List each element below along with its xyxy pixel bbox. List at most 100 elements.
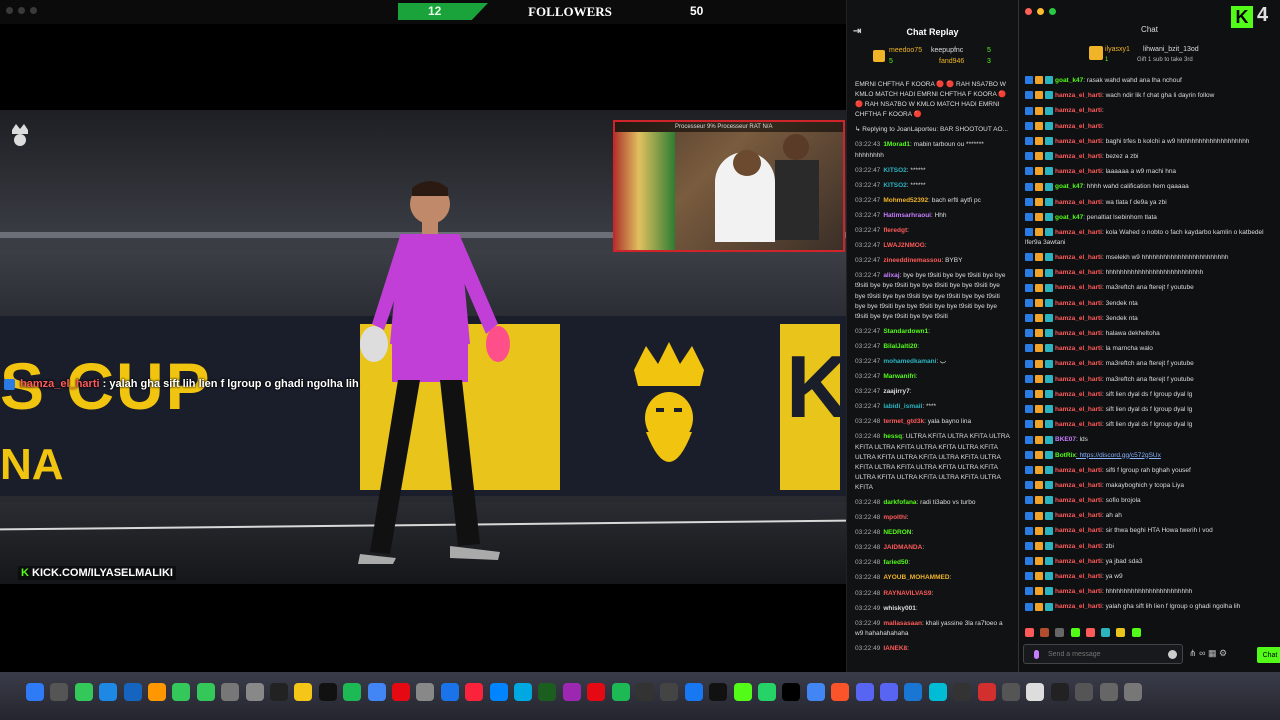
close-window-icon[interactable] [1025, 8, 1032, 15]
emote-icon[interactable] [1025, 628, 1034, 637]
settings-icon[interactable] [245, 683, 264, 701]
message-username[interactable]: Marwanifri [883, 373, 916, 380]
calculator-icon[interactable] [416, 683, 435, 701]
chat-username[interactable]: hamza_el_harti [1055, 512, 1102, 519]
message-username[interactable]: RAYNAVILVAS9 [883, 590, 931, 597]
mail-icon[interactable] [123, 683, 142, 701]
spotify-icon[interactable] [343, 683, 362, 701]
finder-icon[interactable] [26, 683, 44, 701]
spotify2-icon[interactable] [611, 683, 630, 701]
chat-username[interactable]: hamza_el_harti [1055, 391, 1102, 398]
chat-username[interactable]: hamza_el_harti [1055, 406, 1102, 413]
message-username[interactable]: whisky001 [883, 605, 916, 612]
chat-username[interactable]: hamza_el_harti [1055, 497, 1102, 504]
chat-username[interactable]: hamza_el_harti [1055, 330, 1102, 337]
chat-username[interactable]: hamza_el_harti [1055, 558, 1102, 565]
chat-username[interactable]: hamza_el_harti [1055, 153, 1102, 160]
message-username[interactable]: IANEK8 [883, 645, 907, 652]
app-icon[interactable] [1002, 683, 1020, 701]
message-username[interactable]: JAIDMANDA [883, 544, 922, 551]
chat-username[interactable]: hamza_el_harti [1055, 573, 1102, 580]
pinned-gifter-2[interactable]: lihwani_bzit_13od [1143, 46, 1199, 53]
message-username[interactable]: NEDRON [883, 529, 911, 536]
chat-username[interactable]: hamza_el_harti [1055, 123, 1102, 130]
whatsapp-icon[interactable] [758, 683, 776, 701]
trash-icon[interactable] [1124, 683, 1142, 701]
netflix2-icon[interactable] [587, 683, 606, 701]
grid2-icon[interactable] [1075, 683, 1094, 701]
files-icon[interactable] [953, 683, 972, 701]
chat-username[interactable]: hamza_el_harti [1055, 168, 1102, 175]
message-username[interactable]: alixaj [883, 272, 899, 279]
isp-icon[interactable] [904, 683, 923, 701]
chrome2-icon[interactable] [806, 683, 825, 701]
message-username[interactable]: Hatimsarhraoui [883, 212, 931, 219]
message-username[interactable]: faried50 [883, 559, 908, 566]
emote-icon[interactable] [1040, 628, 1050, 637]
share-icon[interactable]: ⋔ [1189, 648, 1197, 658]
appletv-icon[interactable] [318, 683, 337, 701]
chrome-icon[interactable] [367, 683, 386, 701]
settings-icon[interactable]: ⚙ [1219, 648, 1227, 658]
chat-username[interactable]: hamza_el_harti [1055, 345, 1102, 352]
message-username[interactable]: hessq [883, 433, 902, 440]
obs-icon[interactable] [636, 683, 654, 701]
phone-icon[interactable] [196, 683, 215, 701]
chat-username[interactable]: hamza_el_harti [1055, 315, 1102, 322]
close-window-dot-icon[interactable] [6, 7, 13, 14]
chat-username[interactable]: hamza_el_harti [1055, 588, 1102, 595]
emote-icon[interactable] [1070, 628, 1080, 637]
calendar-icon[interactable]: ▦ [1208, 648, 1217, 658]
chat-input-box[interactable] [1023, 644, 1183, 664]
bulb-icon[interactable] [1026, 683, 1045, 701]
chat-message-list[interactable]: goat_k47: rasak wahd wahd ana lha nchouf… [1025, 76, 1277, 640]
message-username[interactable]: KITSO2 [883, 167, 906, 174]
message-username[interactable]: LWAJ2NMOG [883, 242, 925, 249]
chat-username[interactable]: hamza_el_harti [1055, 269, 1102, 276]
photos-icon[interactable] [148, 683, 166, 701]
message-username[interactable]: Standardown1 [883, 328, 928, 335]
message-username[interactable]: zineeddinemassou [883, 257, 941, 264]
chat-username[interactable]: goat_k47 [1055, 183, 1083, 190]
notes-icon[interactable] [294, 683, 313, 701]
netflix-icon[interactable] [392, 683, 410, 701]
activity-icon[interactable] [1099, 683, 1118, 701]
message-username[interactable]: BilalJalti20 [883, 343, 917, 350]
chat-username[interactable]: hamza_el_harti [1055, 527, 1102, 534]
send-chat-button[interactable]: Chat [1257, 647, 1280, 663]
message-username[interactable]: darkfofana [883, 499, 916, 506]
facetime-icon[interactable] [172, 683, 191, 701]
chat-username[interactable]: hamza_el_harti [1055, 421, 1102, 428]
message-username[interactable]: fleredgt [883, 227, 907, 234]
emote-icon[interactable] [1101, 628, 1111, 637]
message-username[interactable]: mallasasaan [883, 620, 922, 627]
chat-username[interactable]: hamza_el_harti [1055, 376, 1102, 383]
message-username[interactable]: Mohmed52392 [883, 197, 928, 204]
emoji-picker-icon[interactable] [1168, 650, 1177, 659]
prime-video-icon[interactable] [514, 683, 532, 701]
stream-video[interactable]: S CUP NA K hamza_el_harti: yalah gha si… [0, 24, 846, 672]
safari-icon[interactable] [99, 683, 118, 701]
chat-replay-message-list[interactable]: EMRNI CHFTHA F KOORA 🔴 🔴 RAH NSA7BO W KM… [847, 80, 1018, 672]
chat-username[interactable]: hamza_el_harti [1055, 284, 1102, 291]
chat-username[interactable]: hamza_el_harti [1055, 138, 1102, 145]
monitor-icon[interactable] [1050, 683, 1069, 701]
chat-username[interactable]: hamza_el_harti [1055, 92, 1102, 99]
microphone-icon[interactable] [1034, 650, 1039, 659]
message-username[interactable]: AYOUB_MOHAMMED [883, 574, 949, 581]
grid-icon[interactable] [660, 683, 679, 701]
emote-icon[interactable] [1055, 628, 1065, 637]
message-username[interactable]: termet_gtd3k [883, 418, 924, 425]
emote-icon[interactable] [1131, 628, 1141, 637]
chain-icon[interactable]: ∞ [1199, 648, 1205, 658]
pinned-user-2[interactable]: keepupfnc [931, 47, 963, 54]
chat-username[interactable]: hamza_el_harti [1055, 543, 1102, 550]
kick-icon[interactable] [733, 683, 752, 701]
terminal-icon[interactable] [270, 683, 288, 701]
chat-username[interactable]: hamza_el_harti [1055, 254, 1102, 261]
message-username[interactable]: zaajirry7 [883, 388, 909, 395]
chat-username[interactable]: hamza_el_harti [1055, 467, 1102, 474]
message-username[interactable]: mohamedkamani [883, 358, 936, 365]
pinned-user-1[interactable]: meedoo75 [889, 47, 922, 54]
mirror-icon[interactable] [440, 683, 459, 701]
